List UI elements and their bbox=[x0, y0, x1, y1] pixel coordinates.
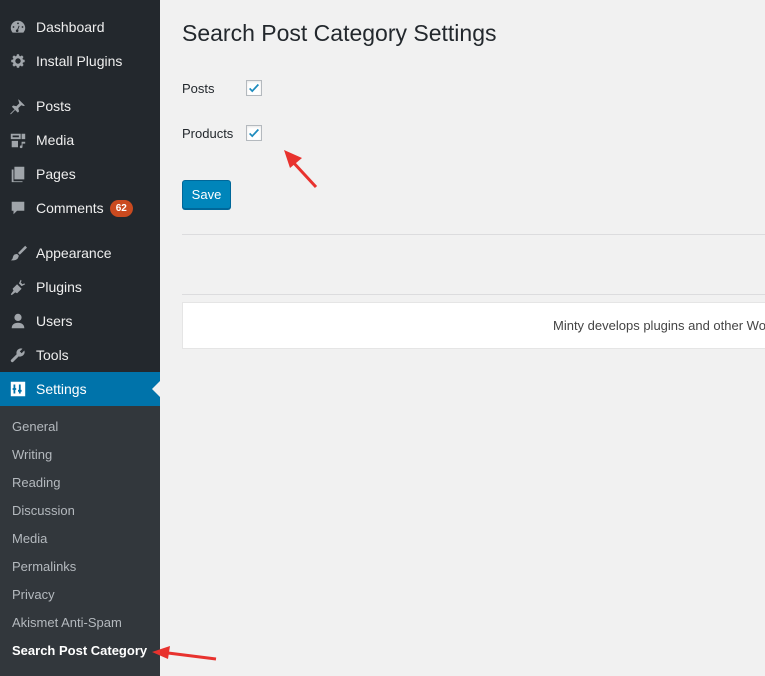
sidebar-item-label: Dashboard bbox=[36, 19, 105, 35]
sidebar-item-tools[interactable]: Tools bbox=[0, 338, 160, 372]
sidebar-item-users[interactable]: Users bbox=[0, 304, 160, 338]
comments-count-badge: 62 bbox=[109, 199, 133, 217]
checkmark-icon bbox=[249, 83, 260, 93]
products-checkbox[interactable] bbox=[246, 125, 262, 141]
gear-icon bbox=[8, 51, 28, 71]
settings-icon bbox=[8, 379, 28, 399]
checkmark-icon bbox=[249, 128, 260, 138]
sidebar-item-label: Plugins bbox=[36, 279, 82, 295]
info-box: Minty develops plugins and other Wo bbox=[182, 302, 765, 349]
submenu-item-search-post-category[interactable]: Search Post Category bbox=[12, 641, 147, 661]
paintbrush-icon bbox=[8, 243, 28, 263]
settings-submenu: General Writing Reading Discussion Media… bbox=[0, 406, 160, 676]
products-label: Products bbox=[182, 126, 234, 141]
sidebar-item-label: Settings bbox=[36, 381, 87, 397]
submenu-item-permalinks[interactable]: Permalinks bbox=[12, 557, 76, 577]
sidebar-item-label: Install Plugins bbox=[36, 53, 123, 69]
sidebar-item-comments[interactable]: Comments 62 bbox=[0, 191, 160, 225]
posts-checkbox[interactable] bbox=[246, 80, 262, 96]
main-content: Search Post Category Settings Posts Prod… bbox=[160, 0, 765, 676]
submenu-item-privacy[interactable]: Privacy bbox=[12, 585, 55, 605]
sidebar-item-install-plugins[interactable]: Install Plugins bbox=[0, 44, 160, 78]
sidebar-item-pages[interactable]: Pages bbox=[0, 157, 160, 191]
comment-icon bbox=[8, 198, 28, 218]
sidebar-item-plugins[interactable]: Plugins bbox=[0, 270, 160, 304]
sidebar-item-label: Comments bbox=[36, 200, 104, 216]
sidebar-item-dashboard[interactable]: Dashboard bbox=[0, 10, 160, 44]
divider bbox=[182, 294, 765, 295]
submenu-item-discussion[interactable]: Discussion bbox=[12, 501, 75, 521]
info-text: Minty develops plugins and other Wo bbox=[553, 318, 765, 333]
submenu-item-reading[interactable]: Reading bbox=[12, 473, 60, 493]
sidebar-item-label: Tools bbox=[36, 347, 69, 363]
submenu-item-akismet[interactable]: Akismet Anti-Spam bbox=[12, 613, 122, 633]
sidebar-item-posts[interactable]: Posts bbox=[0, 89, 160, 123]
sidebar-item-label: Media bbox=[36, 132, 75, 148]
annotation-arrow-icon bbox=[152, 646, 217, 661]
wrench-icon bbox=[8, 345, 28, 365]
sidebar-item-label: Pages bbox=[36, 166, 76, 182]
user-icon bbox=[8, 311, 28, 331]
sidebar-item-media[interactable]: Media bbox=[0, 123, 160, 157]
sidebar-item-label: Users bbox=[36, 313, 73, 329]
posts-label: Posts bbox=[182, 81, 215, 96]
admin-sidebar: Dashboard Install Plugins Posts Media Pa… bbox=[0, 0, 160, 676]
dashboard-icon bbox=[8, 17, 28, 37]
sidebar-item-label: Posts bbox=[36, 98, 72, 114]
pages-icon bbox=[8, 164, 28, 184]
media-icon bbox=[8, 130, 28, 150]
sidebar-item-settings[interactable]: Settings bbox=[0, 372, 160, 406]
submenu-item-general[interactable]: General bbox=[12, 417, 58, 437]
sidebar-item-appearance[interactable]: Appearance bbox=[0, 236, 160, 270]
sidebar-item-label: Appearance bbox=[36, 245, 112, 261]
save-button[interactable]: Save bbox=[182, 180, 231, 209]
submenu-item-writing[interactable]: Writing bbox=[12, 445, 52, 465]
page-title: Search Post Category Settings bbox=[182, 20, 497, 46]
annotation-arrow-icon bbox=[284, 150, 318, 189]
plugin-icon bbox=[8, 277, 28, 297]
divider bbox=[182, 234, 765, 235]
pushpin-icon bbox=[8, 96, 28, 116]
submenu-item-media[interactable]: Media bbox=[12, 529, 47, 549]
